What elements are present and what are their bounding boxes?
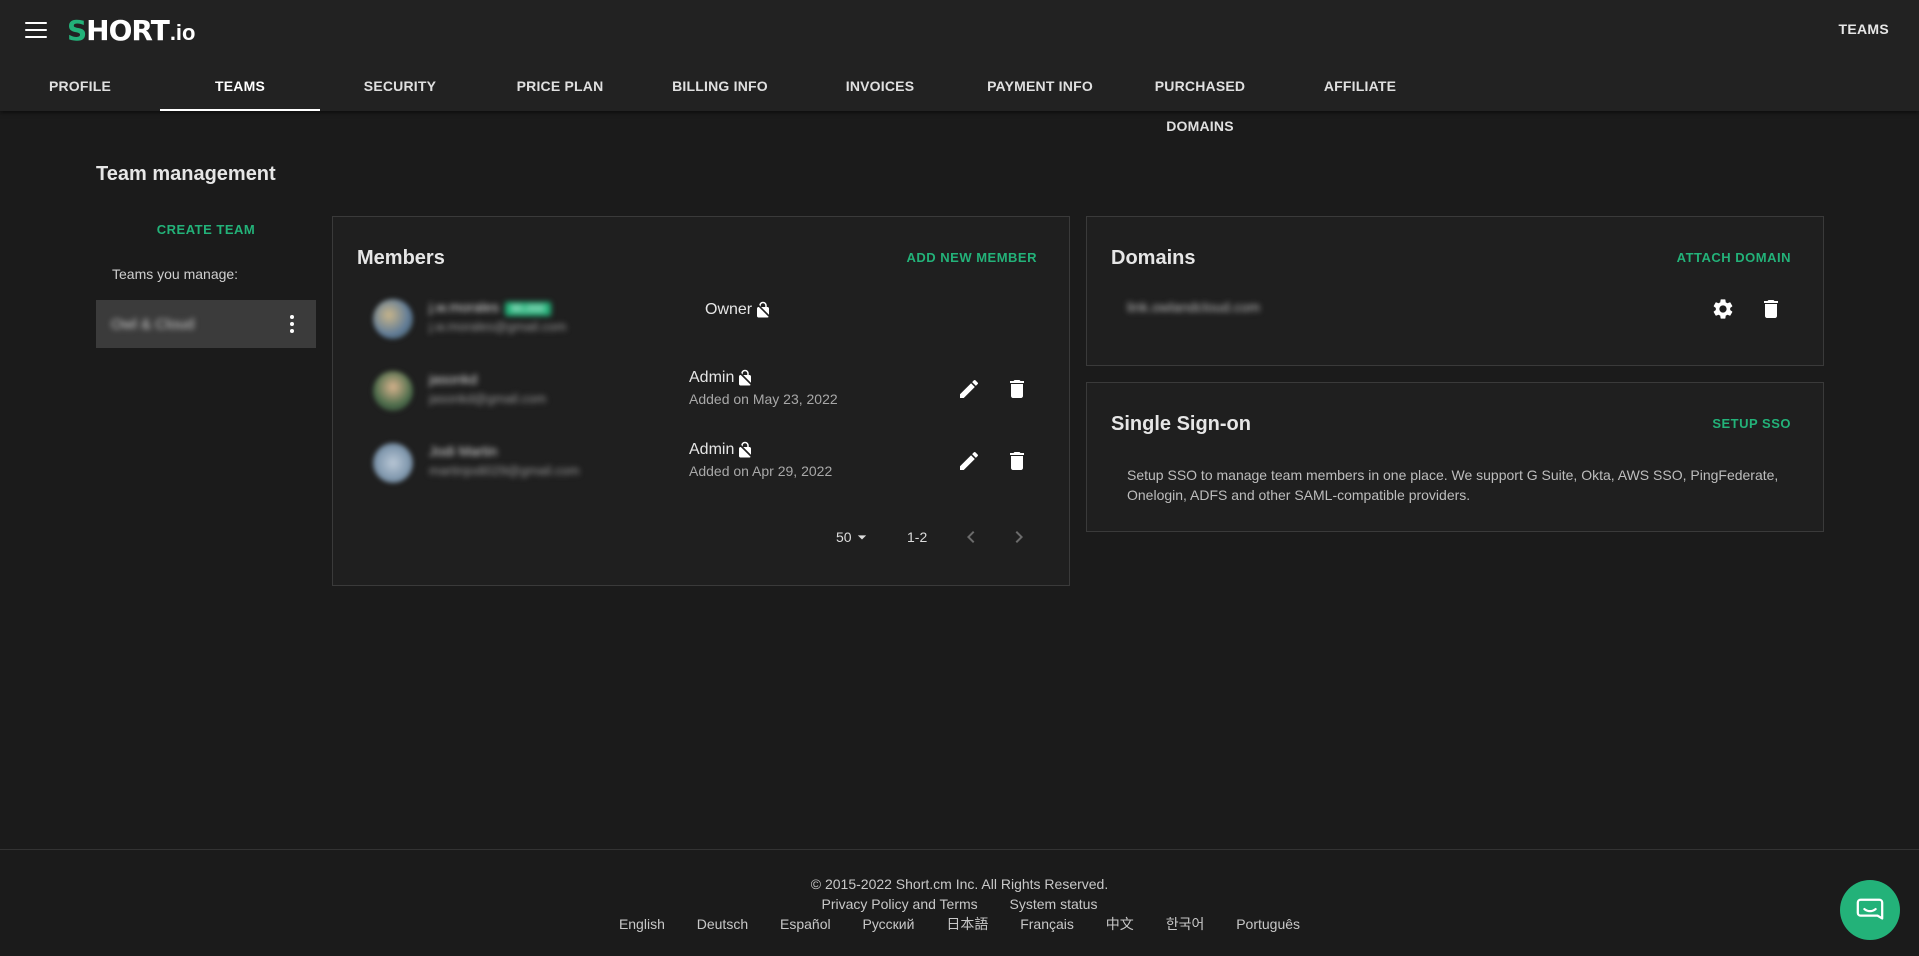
- member-role-label: Admin: [689, 369, 735, 386]
- tab-invoices[interactable]: INVOICES: [800, 66, 960, 111]
- create-team-button[interactable]: CREATE TEAM: [96, 222, 316, 237]
- language-link-deutsch[interactable]: Deutsch: [697, 916, 748, 932]
- footer-divider: [0, 849, 1919, 850]
- trash-icon[interactable]: [1005, 377, 1029, 401]
- rows-per-page-select[interactable]: 50: [836, 527, 872, 547]
- trash-icon[interactable]: [1005, 449, 1029, 473]
- chevron-right-icon[interactable]: [1007, 525, 1031, 549]
- member-role: Admin: [689, 441, 754, 459]
- member-role: Owner: [705, 301, 772, 319]
- member-row: j.w.morales 90,000 j.w.morales@gmail.com …: [333, 289, 1069, 349]
- member-role-label: Admin: [689, 441, 735, 458]
- domain-name[interactable]: link.owlandcloud.com: [1127, 299, 1260, 315]
- language-link-espanol[interactable]: Español: [780, 916, 831, 932]
- pencil-icon[interactable]: [957, 377, 981, 401]
- language-link-russian[interactable]: Русский: [862, 916, 914, 932]
- members-card: Members ADD NEW MEMBER j.w.morales 90,000…: [332, 216, 1070, 586]
- members-title: Members: [357, 247, 445, 269]
- copyright: © 2015-2022 Short.cm Inc. All Rights Res…: [810, 876, 1109, 892]
- member-email: martinjodi029@gmail.com: [429, 463, 580, 478]
- settings-tabs: PROFILE TEAMS SECURITY PRICE PLAN BILLIN…: [0, 66, 1440, 134]
- language-link-chinese[interactable]: 中文: [1106, 916, 1134, 932]
- domains-card: Domains ATTACH DOMAIN link.owlandcloud.c…: [1086, 216, 1824, 366]
- chevron-left-icon[interactable]: [959, 525, 983, 549]
- member-row: jasonkd jasonkd@gmail.com Admin Added on…: [333, 361, 1069, 421]
- tab-payment-info[interactable]: PAYMENT INFO: [960, 66, 1120, 111]
- avatar: [373, 443, 413, 483]
- logo-suffix: .io: [169, 20, 196, 45]
- language-link-francais[interactable]: Français: [1020, 916, 1074, 932]
- header-section-label[interactable]: TEAMS: [1839, 21, 1890, 37]
- logo[interactable]: SHORT .io: [67, 14, 196, 47]
- sso-description: Setup SSO to manage team members in one …: [1127, 467, 1779, 503]
- member-row: Jodi Martin martinjodi029@gmail.com Admi…: [333, 433, 1069, 493]
- sso-title: Single Sign-on: [1111, 413, 1251, 435]
- pencil-icon[interactable]: [957, 449, 981, 473]
- domains-title: Domains: [1111, 247, 1196, 269]
- tab-price-plan[interactable]: PRICE PLAN: [480, 66, 640, 111]
- member-added-date: Added on Apr 29, 2022: [689, 463, 833, 479]
- tab-billing-info[interactable]: BILLING INFO: [640, 66, 800, 111]
- footer-links: Privacy Policy and Terms System status: [0, 894, 1919, 914]
- lock-icon: [736, 369, 754, 387]
- system-status-link[interactable]: System status: [1010, 896, 1098, 912]
- lock-icon: [736, 441, 754, 459]
- setup-sso-button[interactable]: SETUP SSO: [1712, 416, 1791, 431]
- language-link-korean[interactable]: 한국어: [1166, 916, 1205, 932]
- member-role: Admin: [689, 369, 754, 387]
- caret-down-icon: [857, 535, 866, 540]
- language-link-japanese[interactable]: 日本語: [946, 916, 988, 932]
- gear-icon[interactable]: [1711, 297, 1735, 321]
- language-link-portugues[interactable]: Português: [1236, 916, 1300, 932]
- team-list-item[interactable]: Owl & Cloud: [96, 300, 316, 348]
- teams-you-manage-label: Teams you manage:: [112, 266, 239, 282]
- avatar: [373, 371, 413, 411]
- menu-icon[interactable]: [25, 22, 47, 40]
- team-name: Owl & Cloud: [111, 315, 195, 333]
- single-sign-on-card: Single Sign-on SETUP SSO Setup SSO to ma…: [1086, 382, 1824, 532]
- more-vert-icon[interactable]: [290, 315, 294, 333]
- avatar: [373, 299, 413, 339]
- logo-text-rest: HORT: [86, 14, 170, 47]
- privacy-policy-link[interactable]: Privacy Policy and Terms: [822, 896, 978, 912]
- logo-text: SHORT: [67, 14, 170, 47]
- rows-per-page-value: 50: [836, 529, 852, 545]
- member-name: jasonkd: [429, 371, 478, 387]
- member-name: Jodi Martin: [429, 443, 498, 459]
- add-new-member-button[interactable]: ADD NEW MEMBER: [907, 250, 1038, 265]
- trash-icon[interactable]: [1759, 297, 1783, 321]
- member-badge: 90,000: [505, 302, 551, 316]
- member-role-label: Owner: [705, 301, 753, 318]
- chat-icon[interactable]: [1840, 880, 1900, 940]
- member-name: j.w.morales 90,000: [429, 299, 551, 316]
- attach-domain-button[interactable]: ATTACH DOMAIN: [1677, 250, 1791, 265]
- language-link-english[interactable]: English: [619, 916, 665, 932]
- tab-security[interactable]: SECURITY: [320, 66, 480, 111]
- top-app-bar: SHORT .io TEAMS PROFILE TEAMS SECURITY P…: [0, 0, 1919, 134]
- footer: © 2015-2022 Short.cm Inc. All Rights Res…: [0, 874, 1919, 934]
- member-email: j.w.morales@gmail.com: [429, 319, 567, 334]
- member-added-date: Added on May 23, 2022: [689, 391, 838, 407]
- pagination-range: 1-2: [907, 529, 928, 545]
- tab-affiliate[interactable]: AFFILIATE: [1280, 66, 1440, 111]
- member-email: jasonkd@gmail.com: [429, 391, 547, 406]
- tab-teams[interactable]: TEAMS: [160, 66, 320, 111]
- tab-purchased-domains[interactable]: PURCHASED DOMAINS: [1120, 66, 1280, 134]
- language-links: English Deutsch Español Русский 日本語 Fran…: [0, 914, 1919, 934]
- lock-icon: [754, 301, 772, 319]
- tab-profile[interactable]: PROFILE: [0, 66, 160, 111]
- page-title: Team management: [96, 163, 276, 185]
